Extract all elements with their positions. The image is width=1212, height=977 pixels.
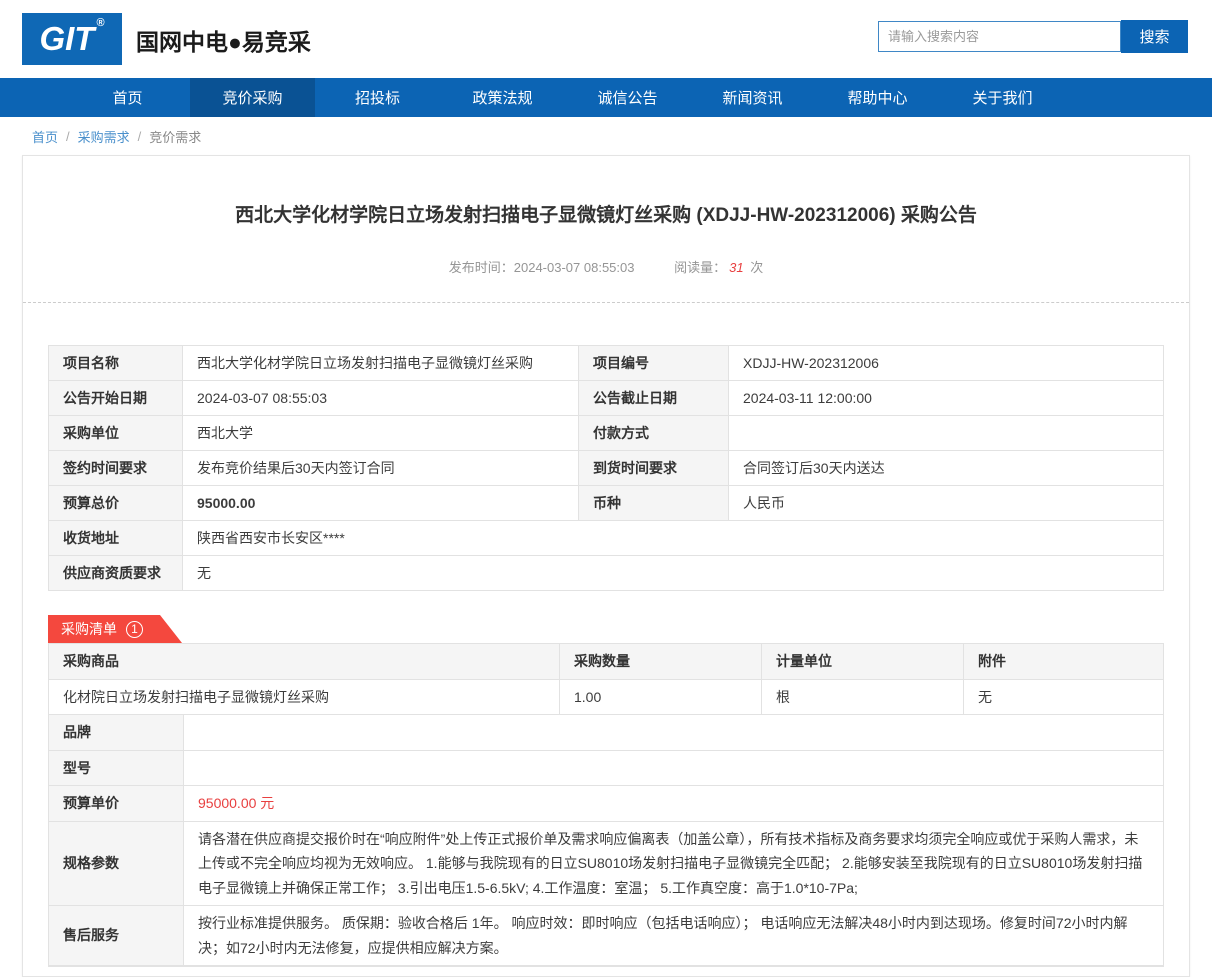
field-value (183, 750, 1163, 785)
table-header-row: 采购商品 采购数量 计量单位 附件 (49, 644, 1163, 680)
table-row: 预算总价 95000.00 币种 人民币 (48, 485, 1164, 521)
field-value: 合同签订后30天内送达 (728, 450, 1164, 486)
field-value: 2024-03-11 12:00:00 (728, 380, 1164, 416)
purchase-list-count-icon: 1 (126, 620, 143, 638)
logo-text: GIT (39, 20, 95, 57)
product-row: 化材院日立场发射扫描电子显微镜灯丝采购 1.00 根 无 (49, 679, 1163, 715)
registered-mark-icon: ® (96, 17, 105, 29)
breadcrumb-home[interactable]: 首页 (32, 127, 58, 146)
table-row: 采购单位 西北大学 付款方式 (48, 415, 1164, 451)
table-row: 供应商资质要求 无 (48, 555, 1164, 591)
breadcrumb-separator: / (66, 128, 70, 144)
field-label: 到货时间要求 (578, 450, 729, 486)
field-label: 公告开始日期 (48, 380, 183, 416)
table-row: 规格参数 请各潜在供应商提交报价时在“响应附件”处上传正式报价单及需求响应偏离表… (49, 821, 1163, 906)
search-bar: 搜索 (878, 20, 1188, 53)
field-label: 预算总价 (48, 485, 183, 521)
search-input[interactable] (878, 21, 1121, 52)
field-value: 发布竞价结果后30天内签订合同 (182, 450, 579, 486)
table-row: 收货地址 陕西省西安市长安区**** (48, 520, 1164, 556)
field-label: 供应商资质要求 (48, 555, 183, 591)
field-label: 签约时间要求 (48, 450, 183, 486)
announcement-meta: 发布时间：2024-03-07 08:55:03 阅读量： 31 次 (23, 257, 1189, 276)
column-header: 附件 (963, 644, 1163, 679)
nav-item-policy[interactable]: 政策法规 (440, 78, 565, 117)
field-label: 预算单价 (49, 786, 183, 821)
column-header: 采购商品 (49, 644, 559, 679)
page-title: 西北大学化材学院日立场发射扫描电子显微镜灯丝采购 (XDJJ-HW-202312… (235, 205, 977, 226)
column-header: 计量单位 (761, 644, 963, 679)
spec-params-value: 请各潜在供应商提交报价时在“响应附件”处上传正式报价单及需求响应偏离表（加盖公章… (183, 821, 1163, 905)
site-logo[interactable]: GIT ® (22, 13, 122, 65)
field-label: 项目名称 (48, 345, 183, 381)
unit-price-value: 95000.00 元 (183, 786, 1163, 821)
budget-total-value: 95000.00 (182, 485, 579, 521)
field-value: 2024-03-07 08:55:03 (182, 380, 579, 416)
product-quantity: 1.00 (559, 679, 761, 714)
publish-time: 发布时间：2024-03-07 08:55:03 (448, 260, 635, 275)
view-count-number: 31 (729, 260, 744, 275)
product-name: 化材院日立场发射扫描电子显微镜灯丝采购 (63, 688, 329, 705)
nav-item-home[interactable]: 首页 (65, 78, 190, 117)
field-value: 西北大学化材学院日立场发射扫描电子显微镜灯丝采购 (182, 345, 579, 381)
table-row: 项目名称 西北大学化材学院日立场发射扫描电子显微镜灯丝采购 项目编号 XDJJ-… (48, 345, 1164, 381)
field-label: 币种 (578, 485, 729, 521)
view-count: 阅读量： 31 次 (674, 260, 764, 275)
purchase-list-badge-label: 采购清单 (61, 621, 117, 637)
breadcrumb-separator: / (137, 128, 142, 144)
field-label: 规格参数 (49, 821, 183, 905)
project-info-table: 项目名称 西北大学化材学院日立场发射扫描电子显微镜灯丝采购 项目编号 XDJJ-… (48, 345, 1164, 591)
field-label: 付款方式 (578, 415, 729, 451)
field-value: 西北大学 (182, 415, 579, 451)
nav-item-bidding-purchase[interactable]: 竞价采购 (190, 78, 315, 117)
nav-item-tender[interactable]: 招投标 (315, 78, 440, 117)
field-label: 公告截止日期 (578, 380, 729, 416)
table-row: 型号 (49, 750, 1163, 786)
nav-item-news[interactable]: 新闻资讯 (690, 78, 815, 117)
dashed-divider (23, 302, 1189, 303)
table-row: 签约时间要求 发布竞价结果后30天内签订合同 到货时间要求 合同签订后30天内送… (48, 450, 1164, 486)
search-button[interactable]: 搜索 (1121, 20, 1188, 53)
field-label: 收货地址 (48, 520, 183, 556)
table-row: 售后服务 按行业标准提供服务。 质保期：验收合格后 1年。 响应时效：即时响应（… (49, 906, 1163, 966)
purchase-items-table: 采购商品 采购数量 计量单位 附件 化材院日立场发射扫描电子显微镜灯丝采购 1.… (48, 643, 1164, 967)
field-label: 品牌 (49, 715, 183, 750)
product-attachment: 无 (963, 679, 1163, 714)
after-sales-value: 按行业标准提供服务。 质保期：验收合格后 1年。 响应时效：即时响应（包括电话响… (183, 906, 1163, 965)
site-name: 国网中电●易竞采 (136, 29, 311, 55)
nav-item-help[interactable]: 帮助中心 (815, 78, 940, 117)
field-label: 采购单位 (48, 415, 183, 451)
breadcrumb-purchase-demand[interactable]: 采购需求 (78, 127, 130, 146)
field-value (728, 415, 1164, 451)
field-label: 型号 (49, 750, 183, 785)
field-value (183, 715, 1163, 750)
table-row: 品牌 (49, 715, 1163, 751)
nav-item-about[interactable]: 关于我们 (940, 78, 1065, 117)
field-value: XDJJ-HW-202312006 (728, 345, 1164, 381)
breadcrumb-current: 竞价需求 (149, 129, 202, 145)
field-label: 项目编号 (578, 345, 729, 381)
top-header: GIT® 国网中电●易竞采 搜索 (0, 0, 1212, 78)
field-value: 人民币 (728, 485, 1164, 521)
field-value: 陕西省西安市长安区**** (182, 520, 1164, 556)
field-label: 售后服务 (49, 906, 183, 965)
announcement-card: 西北大学化材学院日立场发射扫描电子显微镜灯丝采购 (XDJJ-HW-202312… (22, 155, 1190, 977)
table-row: 预算单价 95000.00 元 (49, 786, 1163, 822)
nav-item-integrity[interactable]: 诚信公告 (565, 78, 690, 117)
purchase-list-badge: 采购清单 1 (48, 615, 182, 643)
column-header: 采购数量 (559, 644, 761, 679)
product-unit: 根 (761, 679, 963, 714)
main-nav: 首页 竞价采购 招投标 政策法规 诚信公告 新闻资讯 帮助中心 关于我们 (0, 78, 1212, 117)
table-row: 公告开始日期 2024-03-07 08:55:03 公告截止日期 2024-0… (48, 380, 1164, 416)
field-value: 无 (182, 555, 1164, 591)
breadcrumb: 首页 / 采购需求 / 竞价需求 (0, 117, 1212, 155)
